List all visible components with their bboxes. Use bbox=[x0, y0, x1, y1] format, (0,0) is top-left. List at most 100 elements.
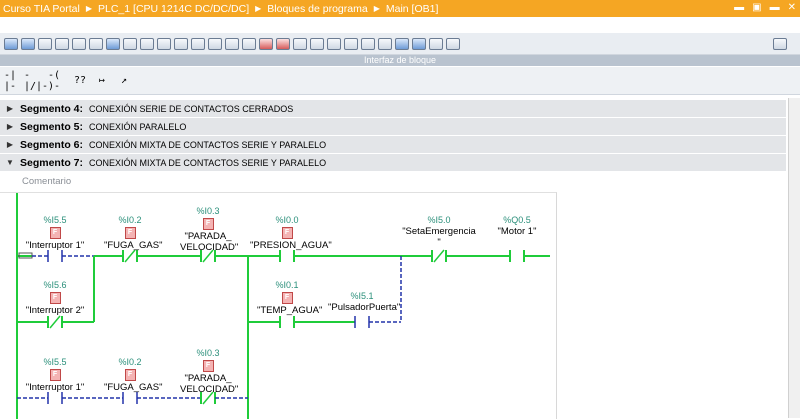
compare-icon[interactable] bbox=[208, 37, 222, 50]
comments-icon[interactable] bbox=[140, 37, 154, 50]
coil-motor-1[interactable]: %Q0.5 "Motor 1" bbox=[490, 215, 544, 237]
network-header-5[interactable]: ▶ Segmento 5: CONEXIÓN PARALELO bbox=[0, 118, 786, 136]
contact-seta-emergencia[interactable]: %I5.0 "SetaEmergencia " bbox=[402, 215, 476, 248]
force-flag-icon: F bbox=[281, 227, 293, 239]
breadcrumb-separator-icon: ▶ bbox=[255, 4, 262, 13]
cross-reference-icon[interactable] bbox=[378, 37, 392, 50]
call-hierarchy-icon[interactable] bbox=[361, 37, 375, 50]
breadcrumb-program-blocks[interactable]: Bloques de programa bbox=[264, 3, 370, 15]
operand-name-line2: VELOCIDAD" bbox=[180, 384, 239, 395]
next-error-icon[interactable] bbox=[293, 37, 307, 50]
empty-box-icon[interactable]: ?? bbox=[70, 72, 90, 90]
force-flag-icon: F bbox=[202, 360, 214, 372]
contact-temp-agua[interactable]: %I0.1 F "TEMP_AGUA" bbox=[257, 280, 323, 316]
force-flag-icon: F bbox=[124, 369, 136, 381]
network-title[interactable]: CONEXIÓN MIXTA DE CONTACTOS SERIE Y PARA… bbox=[89, 158, 326, 168]
block-interface-bar[interactable]: Interfaz de bloque bbox=[0, 55, 800, 66]
float-icon[interactable]: ▬ bbox=[770, 2, 780, 13]
insert-box-icon[interactable] bbox=[191, 37, 205, 50]
restore-icon[interactable]: ▣ bbox=[752, 2, 761, 13]
breadcrumb-plc[interactable]: PLC_1 [CPU 1214C DC/DC/DC] bbox=[95, 3, 252, 15]
window-controls: ▬ ▣ ▬ ✕ bbox=[734, 2, 796, 13]
contact-parada-velocidad-rung3[interactable]: %I0.3 F "PARADA_ VELOCIDAD" bbox=[180, 348, 239, 395]
network-header-6[interactable]: ▶ Segmento 6: CONEXIÓN MIXTA DE CONTACTO… bbox=[0, 136, 786, 154]
no-contact-icon[interactable]: -| |- bbox=[4, 70, 24, 92]
force-flag-icon: F bbox=[49, 292, 61, 304]
operand-address: %I5.5 bbox=[43, 357, 67, 367]
breadcrumb-separator-icon: ▶ bbox=[85, 4, 92, 13]
network-title[interactable]: CONEXIÓN SERIE DE CONTACTOS CERRADOS bbox=[89, 104, 293, 114]
network-title[interactable]: CONEXIÓN MIXTA DE CONTACTOS SERIE Y PARA… bbox=[89, 140, 326, 150]
operand-name: "Motor 1" bbox=[497, 226, 537, 237]
force-flag-icon: F bbox=[49, 227, 61, 239]
operand-name: "PARADA_ bbox=[184, 373, 232, 384]
remove-breakpoint-icon[interactable] bbox=[276, 37, 290, 50]
insert-network-icon[interactable] bbox=[4, 37, 18, 50]
set-breakpoint-icon[interactable] bbox=[259, 37, 273, 50]
operand-address: %I0.1 bbox=[275, 280, 299, 290]
network-title[interactable]: CONEXIÓN PARALELO bbox=[89, 122, 186, 132]
breadcrumb-main-ob1[interactable]: Main [OB1] bbox=[383, 3, 442, 15]
contact-fuga-gas-rung3[interactable]: %I0.2 F "FUGA_GAS" bbox=[104, 357, 163, 393]
list-view-icon[interactable] bbox=[225, 37, 239, 50]
editor-toolbar bbox=[0, 33, 800, 55]
network-header-7[interactable]: ▼ Segmento 7: CONEXIÓN MIXTA DE CONTACTO… bbox=[0, 154, 786, 172]
force-flag-icon: F bbox=[281, 292, 293, 304]
contact-interruptor-1-rung3[interactable]: %I5.5 F "Interruptor 1" bbox=[24, 357, 86, 393]
operand-name: "SetaEmergencia bbox=[402, 226, 476, 237]
operand-name: "FUGA_GAS" bbox=[104, 240, 163, 251]
network-overview-icon[interactable] bbox=[106, 37, 120, 50]
expand-arrow-icon[interactable]: ▶ bbox=[0, 140, 20, 149]
upload-icon[interactable] bbox=[344, 37, 358, 50]
insert-row-icon[interactable] bbox=[38, 37, 52, 50]
contact-parada-velocidad[interactable]: %I0.3 F "PARADA_ VELOCIDAD" bbox=[180, 206, 238, 253]
open-block-icon[interactable] bbox=[395, 37, 409, 50]
panel-toggle-icon[interactable] bbox=[773, 38, 787, 50]
watch-table-icon[interactable] bbox=[429, 37, 443, 50]
force-flag-icon: F bbox=[49, 369, 61, 381]
close-branch-icon[interactable]: ↗ bbox=[114, 72, 134, 90]
operand-name: "Interruptor 1" bbox=[25, 382, 85, 393]
contact-interruptor-1[interactable]: %I5.5 F "Interruptor 1" bbox=[24, 215, 86, 251]
append-row-icon[interactable] bbox=[55, 37, 69, 50]
contact-fuga-gas[interactable]: %I0.2 F "FUGA_GAS" bbox=[104, 215, 163, 251]
refresh-icon[interactable] bbox=[412, 37, 426, 50]
breadcrumb-project[interactable]: Curso TIA Portal bbox=[0, 3, 83, 15]
operand-address: %I5.6 bbox=[43, 280, 67, 290]
contact-interruptor-2[interactable]: %I5.6 F "Interruptor 2" bbox=[24, 280, 86, 316]
favorites-icon[interactable] bbox=[157, 37, 171, 50]
absolute-operands-icon[interactable] bbox=[89, 37, 103, 50]
download-icon[interactable] bbox=[327, 37, 341, 50]
minimize-icon[interactable]: ▬ bbox=[734, 2, 744, 13]
expand-networks-icon[interactable] bbox=[123, 37, 137, 50]
database-icon[interactable] bbox=[446, 37, 460, 50]
title-bar: Curso TIA Portal ▶ PLC_1 [CPU 1214C DC/D… bbox=[0, 0, 800, 17]
previous-error-icon[interactable] bbox=[310, 37, 324, 50]
operand-name-line2: " bbox=[437, 237, 441, 248]
operand-address: %I0.3 bbox=[196, 206, 220, 216]
breadcrumb-separator-icon: ▶ bbox=[373, 4, 380, 13]
contact-pulsador-puerta[interactable]: %I5.1 "PulsadorPuerta" bbox=[328, 291, 401, 313]
vertical-scrollbar[interactable] bbox=[788, 98, 800, 418]
contact-presion-agua[interactable]: %I0.0 F "PRESION_AGUA" bbox=[250, 215, 332, 251]
go-to-icon[interactable] bbox=[174, 37, 188, 50]
operand-name: "TEMP_AGUA" bbox=[257, 305, 323, 316]
expand-arrow-icon[interactable]: ▶ bbox=[0, 104, 20, 113]
open-branch-icon[interactable]: ↦ bbox=[92, 72, 112, 90]
bookmark-icon[interactable] bbox=[242, 37, 256, 50]
operand-address: %I5.1 bbox=[350, 291, 374, 301]
expand-arrow-icon[interactable]: ▶ bbox=[0, 122, 20, 131]
delete-network-icon[interactable] bbox=[21, 37, 35, 50]
operand-name: "PulsadorPuerta" bbox=[328, 302, 401, 313]
network-header-4[interactable]: ▶ Segmento 4: CONEXIÓN SERIE DE CONTACTO… bbox=[0, 100, 786, 118]
nc-contact-icon[interactable]: -|/|- bbox=[24, 70, 48, 92]
monitor-icon[interactable] bbox=[72, 37, 86, 50]
close-icon[interactable]: ✕ bbox=[788, 2, 796, 13]
network-comment-field[interactable]: Comentario bbox=[22, 176, 71, 187]
network-label: Segmento 5: bbox=[20, 120, 84, 133]
operand-name: "FUGA_GAS" bbox=[104, 382, 163, 393]
collapse-arrow-icon[interactable]: ▼ bbox=[0, 158, 20, 167]
coil-icon[interactable]: -( )- bbox=[48, 70, 68, 92]
operand-address: %I0.0 bbox=[275, 215, 299, 225]
network-list: ▶ Segmento 4: CONEXIÓN SERIE DE CONTACTO… bbox=[0, 100, 786, 172]
